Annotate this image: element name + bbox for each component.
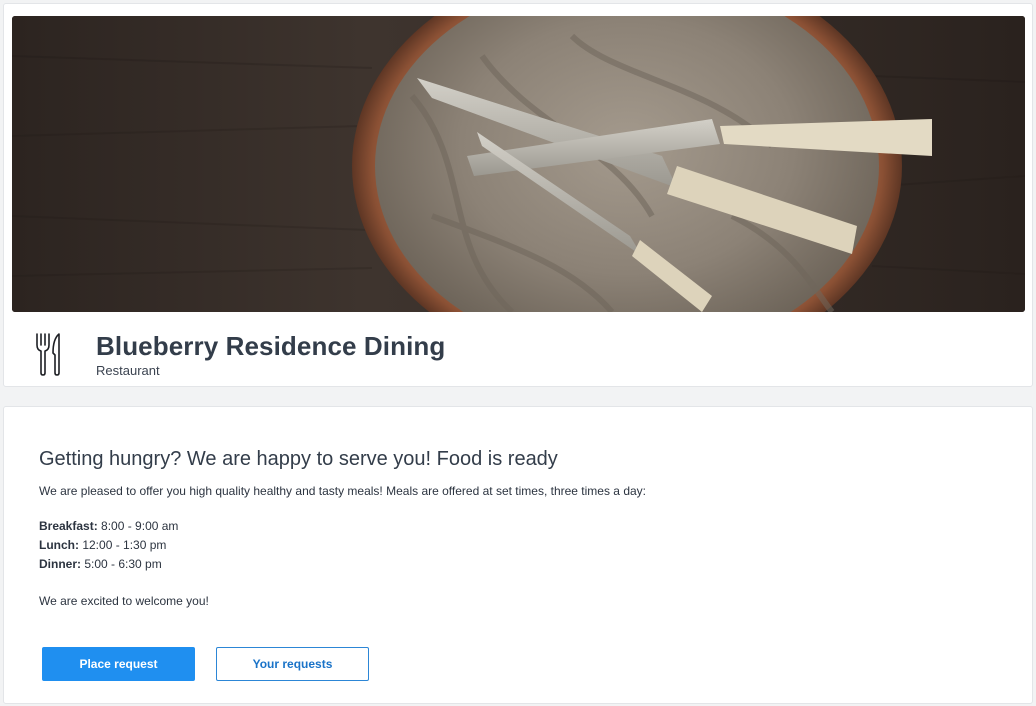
action-buttons: Place request Your requests — [42, 647, 369, 681]
description-body: Getting hungry? We are happy to serve yo… — [39, 445, 999, 609]
meal-time: 5:00 - 6:30 pm — [81, 557, 162, 571]
hero-photo-illustration — [12, 16, 1025, 312]
meal-hours-breakfast: Breakfast: 8:00 - 9:00 am — [39, 517, 999, 536]
meal-label: Breakfast: — [39, 519, 98, 533]
service-description-card: Getting hungry? We are happy to serve yo… — [3, 406, 1033, 704]
meal-hours-list: Breakfast: 8:00 - 9:00 am Lunch: 12:00 -… — [39, 517, 999, 574]
page-title: Blueberry Residence Dining — [96, 330, 446, 361]
meal-hours-dinner: Dinner: 5:00 - 6:30 pm — [39, 555, 999, 574]
meal-label: Lunch: — [39, 538, 79, 552]
service-title-row: Blueberry Residence Dining Restaurant — [34, 328, 445, 380]
meal-label: Dinner: — [39, 557, 81, 571]
your-requests-button[interactable]: Your requests — [216, 647, 369, 681]
hero-image — [12, 16, 1025, 312]
fork-knife-icon — [34, 331, 64, 377]
page-subtitle: Restaurant — [96, 362, 160, 378]
place-request-button[interactable]: Place request — [42, 647, 195, 681]
meal-hours-lunch: Lunch: 12:00 - 1:30 pm — [39, 536, 999, 555]
service-header-card: Blueberry Residence Dining Restaurant — [3, 3, 1033, 387]
meal-time: 8:00 - 9:00 am — [97, 519, 179, 533]
welcome-text: We are excited to welcome you! — [39, 594, 209, 608]
description-headline: Getting hungry? We are happy to serve yo… — [39, 448, 558, 470]
description-intro: We are pleased to offer you high quality… — [39, 484, 646, 498]
meal-time: 12:00 - 1:30 pm — [79, 538, 167, 552]
